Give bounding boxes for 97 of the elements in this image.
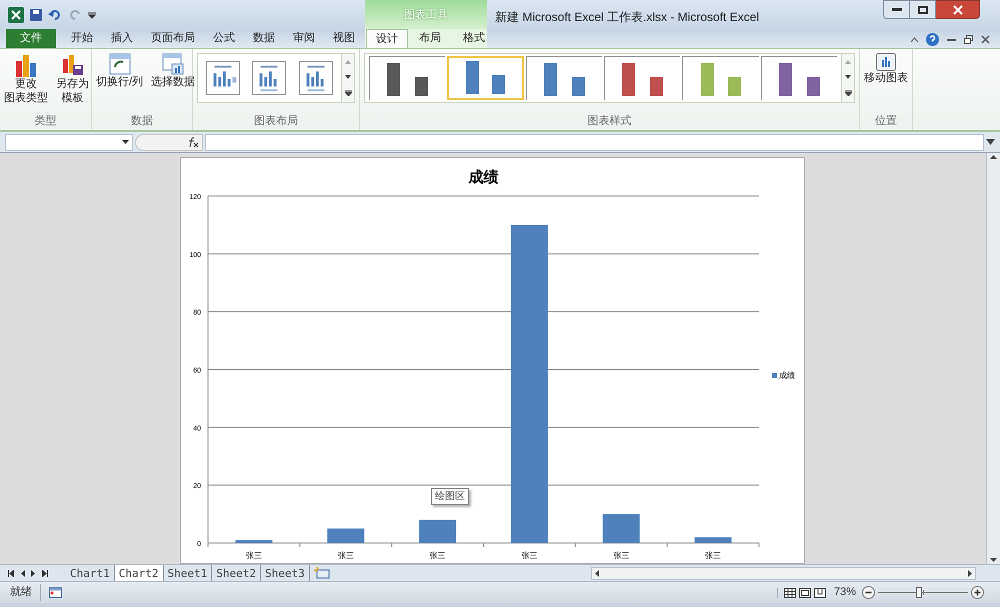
maximize-button[interactable] (910, 0, 936, 19)
close-button[interactable] (936, 0, 980, 19)
ribbon-tab[interactable]: 公式 (204, 29, 244, 48)
chart-layout-thumbnail[interactable] (252, 61, 286, 95)
next-sheet-icon[interactable] (31, 570, 36, 576)
expand-icon[interactable] (986, 139, 995, 145)
excel-logo-icon[interactable] (8, 7, 24, 23)
down-arrow-icon[interactable] (990, 558, 997, 562)
ribbon-tab[interactable]: 视图 (324, 29, 364, 48)
chart-style-thumbnail[interactable] (682, 56, 759, 100)
customize-icon[interactable] (88, 11, 96, 19)
help-icon[interactable] (926, 32, 939, 46)
category-label: 张三 (338, 551, 354, 560)
bar-swatch (650, 77, 664, 96)
sheet-tab[interactable]: Chart2 (114, 565, 164, 581)
group-label: 位置 (875, 114, 897, 128)
page-break-icon[interactable] (814, 588, 826, 598)
first-sheet-icon[interactable] (8, 570, 14, 576)
function-icon[interactable] (187, 136, 199, 148)
bar-chart-save-icon[interactable] (62, 53, 84, 77)
zoom-percentage[interactable]: 73% (834, 584, 856, 601)
ribbon-button[interactable]: 移动图表 (860, 49, 912, 85)
gallery-scroll[interactable] (342, 53, 355, 103)
bar-swatch (728, 77, 742, 96)
ribbon-tab[interactable]: 开始 (62, 29, 102, 48)
save-icon[interactable] (30, 9, 42, 21)
group-label: 图表样式 (588, 114, 632, 128)
chart-title: 成绩 (468, 169, 498, 186)
more-icon[interactable] (344, 90, 352, 96)
down-arrow-icon[interactable] (845, 74, 851, 79)
up-arrow-icon[interactable] (990, 155, 997, 159)
ribbon-tab[interactable]: 格式 (452, 29, 496, 48)
ribbon-button[interactable]: 更改 图表类型 (0, 49, 52, 105)
ribbon-tab[interactable]: 数据 (244, 29, 284, 48)
bar-swatch (414, 77, 428, 96)
group-label: 图表布局 (254, 114, 298, 128)
minimize-button[interactable] (883, 0, 910, 19)
category-label: 张三 (521, 551, 538, 560)
category-label: 张三 (246, 551, 262, 560)
legend[interactable]: 成绩 (772, 371, 795, 380)
bar-swatch (492, 75, 506, 94)
chart-layout-thumbnail[interactable] (298, 61, 333, 95)
right-arrow-icon[interactable] (968, 570, 972, 576)
group-label: 类型 (34, 114, 58, 128)
last-sheet-icon[interactable] (42, 570, 48, 576)
previous-sheet-icon[interactable] (20, 570, 25, 576)
down-arrow-icon[interactable] (345, 74, 351, 79)
more-icon[interactable] (844, 90, 852, 96)
bar-chart-icon[interactable] (15, 53, 37, 77)
ribbon-button[interactable]: 另存为 模板 (52, 49, 93, 105)
select-data-icon[interactable] (162, 53, 184, 75)
collapse-ribbon-icon[interactable] (911, 36, 918, 42)
horizontal-scrollbar[interactable] (591, 566, 976, 580)
ribbon-tab[interactable]: 设计 (366, 29, 408, 48)
group-label: 数据 (130, 114, 154, 128)
dropdown-icon[interactable] (122, 140, 129, 144)
zoom-out-icon[interactable] (862, 586, 875, 599)
chart-style-thumbnail[interactable] (526, 56, 602, 100)
insert-sheet-icon[interactable] (314, 567, 330, 579)
left-arrow-icon[interactable] (595, 570, 599, 576)
ribbon-button[interactable]: 切换行/列 (92, 49, 148, 89)
page-layout-icon[interactable] (798, 588, 811, 598)
ribbon-tab[interactable]: 布局 (408, 29, 452, 48)
normal-view-icon[interactable] (784, 588, 796, 598)
category-label: 张三 (613, 551, 630, 560)
ribbon-tab[interactable]: 插入 (102, 29, 142, 48)
restore-icon[interactable] (964, 34, 973, 44)
window-title: 新建 Microsoft Excel 工作表.xlsx - Microsoft Excel (494, 9, 760, 26)
tooltip: 绘图区 (431, 488, 469, 505)
legend-label: 成绩 (779, 371, 795, 380)
bar-swatch (806, 77, 820, 96)
chart-layout-thumbnail[interactable] (206, 61, 240, 95)
vertical-scrollbar[interactable] (986, 153, 1000, 564)
ribbon-tab[interactable]: 文件 (6, 29, 56, 48)
chart-style-thumbnail[interactable] (760, 56, 837, 100)
chart-style-thumbnail[interactable] (604, 56, 680, 100)
status-text: 就绪 (10, 584, 41, 601)
formula-field[interactable] (205, 134, 984, 150)
insert-function-button[interactable] (135, 134, 203, 150)
context-tab-header: 图表工具 (365, 0, 487, 30)
ribbon-tab[interactable]: 审阅 (284, 29, 324, 48)
macro-record-icon[interactable] (49, 587, 62, 598)
chart-style-thumbnail[interactable] (369, 56, 446, 100)
ribbon-tab[interactable]: 页面布局 (142, 29, 204, 48)
bar[interactable] (419, 520, 456, 543)
bar-swatch (572, 77, 585, 96)
zoom-slider[interactable] (878, 587, 968, 598)
move-chart-icon[interactable] (876, 53, 896, 71)
switch-table-icon[interactable] (108, 53, 131, 75)
category-label: 张三 (430, 551, 446, 560)
zoom-in-icon[interactable] (971, 586, 984, 599)
gallery-scroll[interactable] (842, 53, 855, 103)
category-label: 张三 (705, 551, 722, 560)
chart-style-thumbnail[interactable] (447, 56, 524, 100)
undo-icon[interactable] (48, 9, 62, 21)
close-icon[interactable] (981, 34, 990, 44)
slider-thumb[interactable] (916, 587, 922, 598)
